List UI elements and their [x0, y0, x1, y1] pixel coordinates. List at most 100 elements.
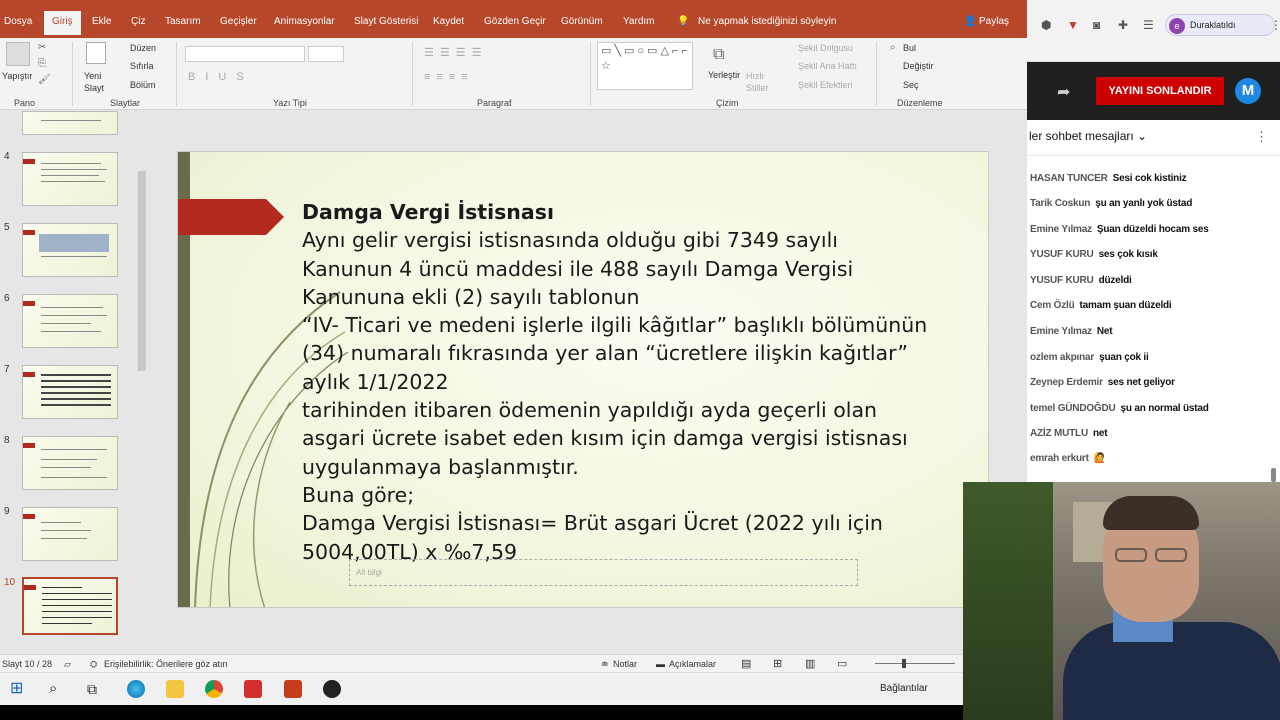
tab-draw[interactable]: Çiz [131, 16, 145, 27]
tab-design[interactable]: Tasarım [165, 16, 201, 27]
shapes-gallery[interactable]: ▭╲▭○▭△⌐⌐↳↱↰⌒△⌒{}☆ [597, 42, 693, 90]
slide-body-line: (34) numaralı fıkrasında yer alan “ücret… [302, 341, 909, 366]
end-stream-button[interactable]: YAYINI SONLANDIR [1096, 77, 1224, 105]
layout-button[interactable]: Düzen [130, 43, 156, 53]
thumbnail-number: 9 [4, 506, 10, 517]
webcam-overlay [963, 482, 1280, 720]
tab-home[interactable]: Giriş [44, 11, 81, 35]
spellcheck-icon[interactable]: ▱ [64, 659, 71, 670]
font-size-box[interactable] [308, 46, 344, 62]
extension-icon[interactable]: ⬢ [1041, 18, 1051, 32]
menu-icon[interactable]: ⋮ [1270, 18, 1280, 32]
tab-review[interactable]: Gözden Geçir [484, 16, 546, 27]
shape-outline-button[interactable]: Şekil Ana Hattı [798, 61, 857, 71]
find-button[interactable]: Bul [903, 43, 916, 53]
normal-view-icon[interactable]: ▤ [741, 657, 751, 670]
notes-button[interactable]: Notlar [613, 659, 637, 669]
paste-icon[interactable] [6, 42, 30, 66]
slideshow-icon[interactable]: ▭ [837, 657, 847, 670]
slide-thumbnail[interactable] [22, 294, 118, 348]
connections-label[interactable]: Bağlantılar [880, 683, 928, 694]
slide-thumbnail[interactable] [22, 152, 118, 206]
tab-help[interactable]: Yardım [623, 16, 655, 27]
font-name-box[interactable] [185, 46, 305, 62]
tab-file[interactable]: Dosya [4, 16, 32, 27]
share-arrow-icon[interactable]: ➦ [1057, 82, 1070, 102]
paragraph-group-label: Paragraf [477, 98, 512, 108]
shape-fill-button[interactable]: Şekil Dolgusu [798, 43, 853, 53]
channel-avatar[interactable]: M [1235, 78, 1261, 104]
thumbnail-number: 4 [4, 151, 10, 162]
windows-start-icon[interactable]: ⊞ [10, 680, 28, 698]
tab-animations[interactable]: Animasyonlar [274, 16, 335, 27]
chrome-icon[interactable] [205, 680, 223, 698]
clipboard-group-label: Pano [14, 98, 36, 108]
share-button[interactable]: Paylaş [979, 16, 1009, 27]
comments-button[interactable]: Açıklamalar [669, 659, 716, 669]
section-button[interactable]: Bölüm [130, 80, 156, 90]
accessibility-icon: ⛭ [90, 659, 98, 669]
arrange-icon[interactable]: ⧉ [713, 46, 724, 64]
slide-text-box[interactable]: Damga Vergi İstisnası Aynı gelir vergisi… [302, 198, 988, 566]
accessibility-status[interactable]: Erişilebilirlik: Önerilere göz atın [104, 659, 228, 669]
tab-slideshow[interactable]: Slayt Gösterisi [354, 16, 418, 27]
app-icon[interactable] [244, 680, 262, 698]
powerpoint-icon[interactable] [284, 680, 302, 698]
cut-icon[interactable]: ✂ [38, 42, 46, 53]
search-icon[interactable]: ⌕ [49, 680, 67, 698]
puzzle-icon[interactable]: ✚ [1118, 18, 1128, 32]
zoom-slider[interactable] [875, 663, 955, 664]
font-format-buttons[interactable]: BIUS [188, 71, 254, 83]
slide-canvas[interactable]: Damga Vergi İstisnası Aynı gelir vergisi… [177, 151, 989, 608]
slide-thumbnail[interactable] [22, 507, 118, 561]
tab-transitions[interactable]: Geçişler [220, 16, 257, 27]
profile-button[interactable]: e Duraklatıldı [1165, 14, 1275, 36]
quick-styles-button[interactable]: Hızlı Stiller [746, 70, 776, 94]
format-painter-icon[interactable]: 🖌 [38, 74, 51, 85]
list-buttons[interactable]: ☰☰☰☰ [424, 46, 487, 59]
slide-thumbnail-selected[interactable] [22, 577, 118, 635]
copy-icon[interactable]: ⎘ [38, 58, 46, 69]
slide-thumbnail[interactable] [22, 365, 118, 419]
new-slide-icon[interactable] [86, 42, 106, 64]
tell-me-search[interactable]: Ne yapmak istediğinizi söyleyin [698, 16, 836, 27]
powerpoint-window: Dosya Giriş Ekle Çiz Tasarım Geçişler An… [0, 0, 1027, 672]
reading-list-icon[interactable]: ☰ [1143, 18, 1154, 32]
arrange-button[interactable]: Yerleştir [708, 70, 740, 80]
slide-body-line: Kanununa ekli (2) sayılı tablonun [302, 284, 640, 309]
slide-thumbnail[interactable] [22, 223, 118, 277]
chat-scrollbar-thumb[interactable] [1271, 468, 1276, 482]
extension-icon[interactable]: ▼ [1067, 18, 1079, 32]
zoom-slider-thumb[interactable] [902, 659, 906, 668]
new-slide-button[interactable]: Yeni Slayt [84, 70, 114, 94]
slide-body-line: Aynı gelir vergisi istisnasında olduğu g… [302, 228, 838, 253]
slide-thumbnail[interactable] [22, 111, 118, 135]
tab-view[interactable]: Görünüm [561, 16, 603, 27]
drawing-group-label: Çizim [716, 98, 739, 108]
slide-thumbnail[interactable] [22, 436, 118, 490]
obs-icon[interactable] [323, 680, 341, 698]
chat-mode-dropdown[interactable]: ler sohbet mesajları ⌄ [1029, 129, 1147, 143]
plant-background [963, 482, 1053, 720]
paste-button[interactable]: Yapıştır [2, 71, 32, 81]
file-explorer-icon[interactable] [166, 680, 184, 698]
slide-sorter-icon[interactable]: ⊞ [773, 657, 782, 670]
reset-button[interactable]: Sıfırla [130, 61, 154, 71]
thumbnail-scrollbar[interactable] [136, 111, 148, 654]
scrollbar-thumb[interactable] [138, 171, 146, 371]
align-buttons[interactable]: ≡≡≡≡ [424, 71, 474, 83]
replace-button[interactable]: Değiştir [903, 61, 934, 71]
footer-placeholder-label: Alt bilgi [356, 568, 382, 577]
task-view-icon[interactable]: ⧉ [87, 680, 105, 698]
select-button[interactable]: Seç [903, 80, 919, 90]
tab-insert[interactable]: Ekle [92, 16, 111, 27]
more-options-icon[interactable]: ⋮ [1255, 129, 1268, 145]
extension-icon[interactable]: ◙ [1093, 18, 1100, 32]
edge-icon[interactable] [127, 680, 145, 698]
chat-message: Cem Özlü tamam şuan düzeldi [1030, 300, 1172, 311]
tab-record[interactable]: Kaydet [433, 16, 464, 27]
shape-effects-button[interactable]: Şekil Efektleri [798, 80, 853, 90]
separator [72, 42, 73, 106]
reading-view-icon[interactable]: ▥ [805, 657, 815, 670]
footer-placeholder[interactable]: Alt bilgi [349, 559, 858, 586]
